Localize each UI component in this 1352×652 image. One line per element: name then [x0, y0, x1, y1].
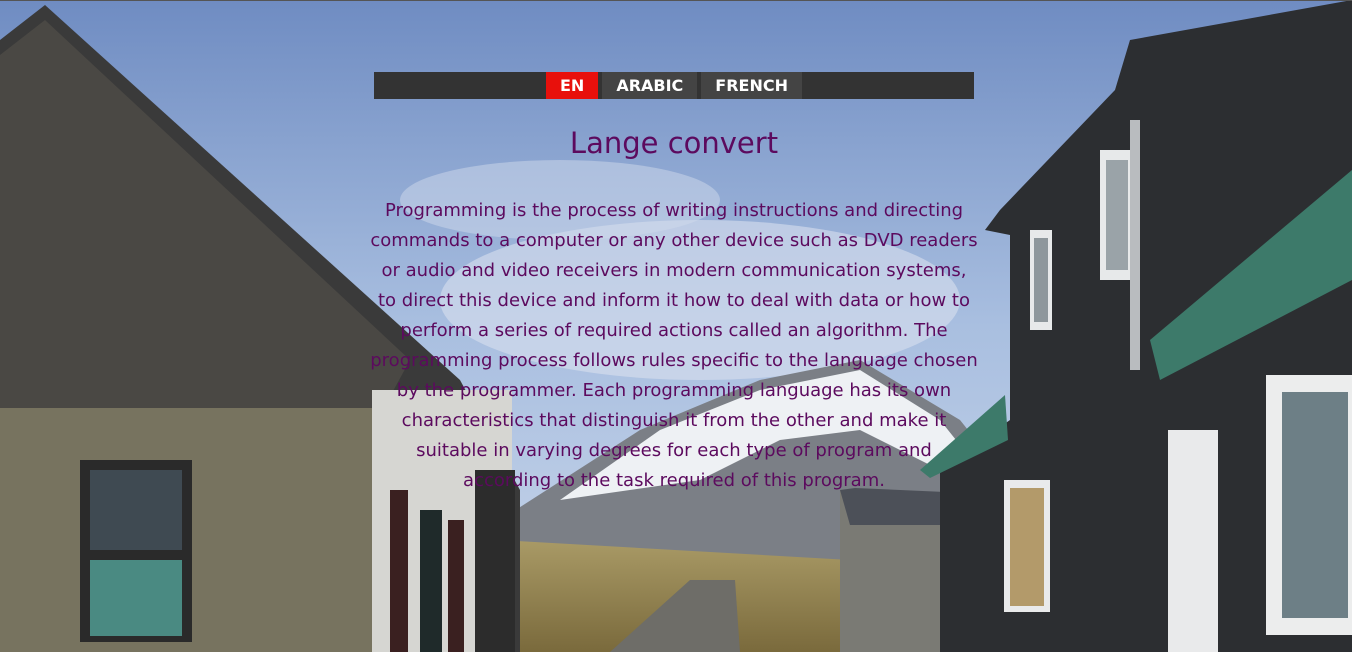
page-title: Lange convert — [569, 126, 779, 160]
description-paragraph: Programming is the process of writing in… — [370, 200, 978, 491]
content-overlay: EN ARABIC FRENCH Lange convert Programmi… — [0, 0, 1352, 652]
lang-button-en[interactable]: EN — [545, 72, 599, 99]
lang-button-arabic[interactable]: ARABIC — [602, 72, 698, 99]
lang-button-french[interactable]: FRENCH — [701, 72, 802, 99]
language-bar: EN ARABIC FRENCH — [374, 72, 974, 99]
